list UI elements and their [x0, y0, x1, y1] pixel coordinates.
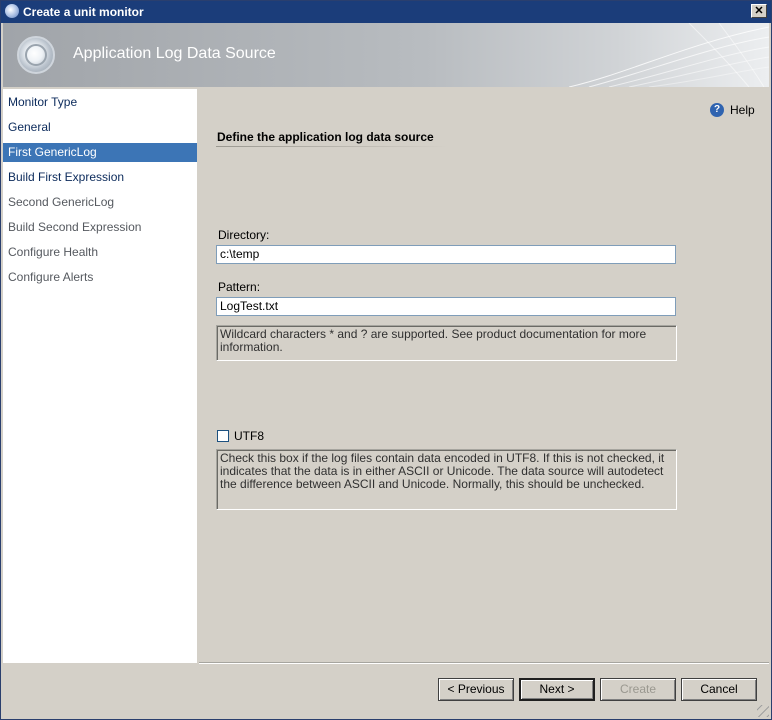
wizard-steps-sidebar: Monitor Type General First GenericLog Bu…	[3, 89, 197, 663]
banner-decoration	[569, 23, 769, 87]
title-bar[interactable]: Create a unit monitor ✕	[1, 1, 771, 23]
directory-input[interactable]: c:\temp	[216, 245, 676, 264]
orb-icon	[17, 36, 55, 74]
section-title: Define the application log data source	[217, 130, 434, 144]
sidebar-item-build-first-expression[interactable]: Build First Expression	[3, 168, 197, 187]
sidebar-item-first-genericlog[interactable]: First GenericLog	[3, 143, 197, 162]
question-icon: ?	[710, 103, 724, 117]
dialog-window: Create a unit monitor ✕ Application Log …	[0, 0, 772, 720]
page-banner: Application Log Data Source	[3, 23, 769, 87]
pattern-help-text: Wildcard characters * and ? are supporte…	[216, 325, 677, 361]
pattern-input[interactable]: LogTest.txt	[216, 297, 676, 316]
utf8-checkbox[interactable]	[217, 430, 229, 442]
sidebar-item-build-second-expression: Build Second Expression	[8, 220, 142, 234]
sidebar-item-general[interactable]: General	[3, 118, 197, 137]
main-content: ? Help Define the application log data s…	[197, 89, 769, 663]
footer-divider	[199, 662, 769, 664]
previous-button[interactable]: < Previous	[438, 678, 514, 701]
sidebar-item-monitor-type[interactable]: Monitor Type	[3, 93, 197, 112]
sidebar-item-second-genericlog: Second GenericLog	[8, 195, 115, 209]
section-divider	[216, 146, 448, 147]
create-button: Create	[600, 678, 676, 701]
utf8-label[interactable]: UTF8	[234, 429, 264, 443]
sidebar-item-configure-health: Configure Health	[8, 245, 99, 259]
utf8-help-text: Check this box if the log files contain …	[216, 449, 677, 510]
next-button[interactable]: Next >	[519, 678, 595, 701]
close-button[interactable]: ✕	[751, 4, 767, 18]
help-label: Help	[730, 103, 755, 117]
page-title: Application Log Data Source	[73, 45, 276, 62]
sidebar-item-configure-alerts: Configure Alerts	[8, 270, 94, 284]
app-icon	[5, 4, 19, 18]
resize-grip[interactable]	[757, 705, 769, 717]
directory-label: Directory:	[218, 228, 270, 242]
cancel-button[interactable]: Cancel	[681, 678, 757, 701]
window-title: Create a unit monitor	[23, 5, 144, 19]
pattern-label: Pattern:	[218, 280, 261, 294]
